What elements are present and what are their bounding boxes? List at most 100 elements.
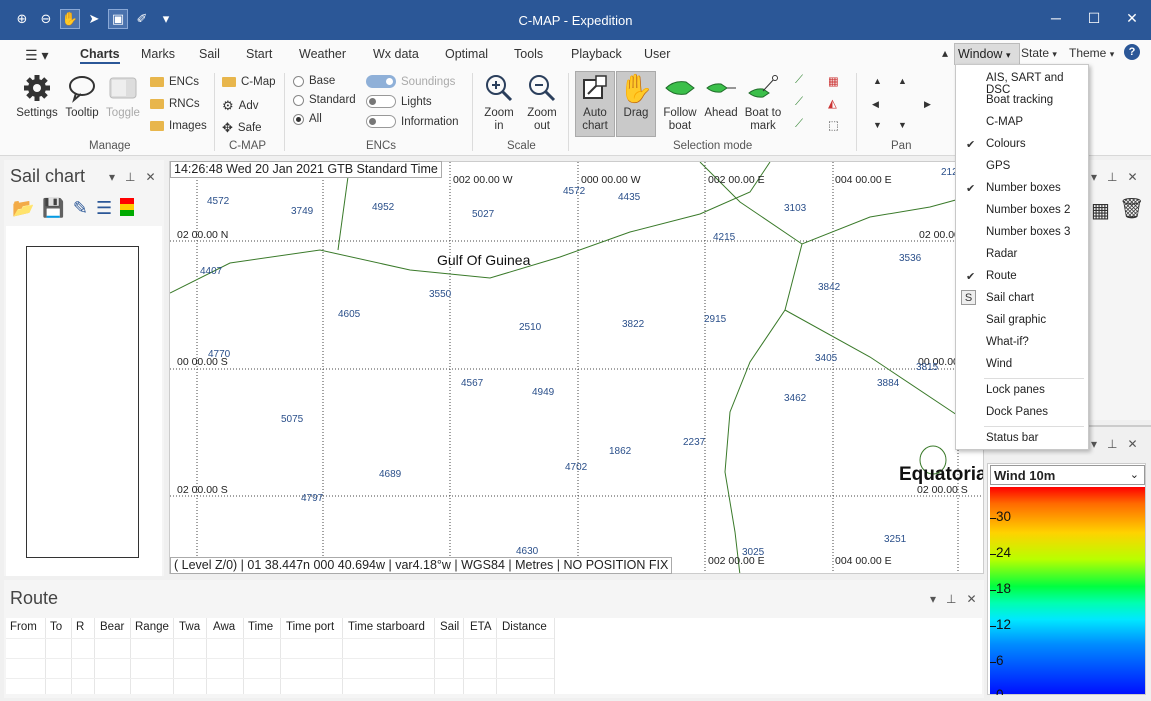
menu-item-lock-panes[interactable]: Lock panes — [986, 384, 1045, 396]
theme-menu-button[interactable]: Theme ▾ — [1069, 46, 1114, 60]
column-header[interactable]: Time starboard — [348, 621, 425, 633]
column-header[interactable]: ETA — [470, 621, 492, 633]
column-header[interactable]: Time — [248, 621, 273, 633]
menu-item-dock-panes[interactable]: Dock Panes — [986, 406, 1048, 418]
help-icon[interactable]: ? — [1124, 44, 1140, 60]
menu-item-sail-chart[interactable]: Sail chart — [986, 292, 1034, 304]
menu-item-ais[interactable]: AIS, SART and DSC — [986, 72, 1088, 96]
pan-up[interactable]: ▲ — [898, 76, 907, 86]
column-header[interactable]: R — [76, 621, 84, 633]
tab-weather[interactable]: Weather — [299, 47, 346, 61]
base-radio[interactable]: Base — [293, 75, 335, 87]
chart-view[interactable]: Gulf Of Guinea Equatoria 02 00.00 N 02 0… — [169, 161, 984, 574]
close-button[interactable]: ✕ — [1113, 0, 1151, 36]
list-icon[interactable]: ☰ — [96, 198, 112, 219]
tab-wx-data[interactable]: Wx data — [373, 47, 419, 61]
tab-tools[interactable]: Tools — [514, 47, 543, 61]
adv-button[interactable]: ⚙ Adv — [222, 98, 258, 114]
open-folder-icon[interactable]: 📂 — [12, 198, 34, 219]
save-icon[interactable]: 💾 — [42, 198, 64, 219]
tab-sail[interactable]: Sail — [199, 47, 220, 61]
menu-item-number-boxes-2[interactable]: Number boxes 2 — [986, 204, 1070, 216]
edit-icon[interactable]: ✎ — [73, 198, 88, 219]
follow-boat-button[interactable]: Follow boat — [660, 72, 700, 133]
pan-up-left[interactable]: ▲ — [873, 76, 882, 86]
hamburger-menu-icon[interactable]: ☰ ▾ — [25, 47, 48, 64]
close-icon[interactable]: ✕ — [1127, 437, 1137, 451]
tab-user[interactable]: User — [644, 47, 670, 61]
column-header[interactable]: Twa — [179, 621, 200, 633]
safe-button[interactable]: ✥ Safe — [222, 120, 262, 136]
menu-item-sail-graphic[interactable]: Sail graphic — [986, 314, 1046, 326]
zoom-out-button[interactable]: Zoom out — [522, 72, 562, 133]
menu-item-number-boxes-3[interactable]: Number boxes 3 — [986, 226, 1070, 238]
close-icon[interactable]: ✕ — [966, 592, 976, 606]
window-menu-button[interactable]: Window ▾ — [954, 43, 1020, 65]
menu-item-boat-tracking[interactable]: Boat tracking — [986, 94, 1053, 106]
zoom-in-button[interactable]: Zoom in — [479, 72, 519, 133]
menu-item-route[interactable]: Route — [986, 270, 1017, 282]
pin-icon[interactable]: ⊥ — [125, 170, 135, 184]
tab-charts[interactable]: Charts — [80, 47, 120, 64]
column-header[interactable]: Distance — [502, 621, 547, 633]
menu-item-status-bar[interactable]: Status bar — [986, 432, 1038, 444]
dropdown-icon[interactable]: ▾ — [930, 592, 936, 606]
graph-tool-2[interactable]: ◭ — [828, 96, 837, 110]
menu-item-number-boxes[interactable]: Number boxes — [986, 182, 1061, 194]
tab-start[interactable]: Start — [246, 47, 272, 61]
boat-to-mark-button[interactable]: Boat to mark — [742, 72, 784, 133]
toggle-button[interactable]: Toggle — [104, 72, 142, 120]
soundings-toggle[interactable]: Soundings — [366, 75, 455, 88]
cmap-button[interactable]: C-Map — [222, 76, 276, 88]
menu-item-colours[interactable]: Colours — [986, 138, 1026, 150]
tab-marks[interactable]: Marks — [141, 47, 175, 61]
information-toggle[interactable]: Information — [366, 115, 459, 128]
standard-radio[interactable]: Standard — [293, 94, 356, 106]
pan-down-left[interactable]: ▼ — [873, 120, 882, 130]
ahead-button[interactable]: Ahead — [702, 72, 740, 120]
encs-button[interactable]: ENCs — [150, 76, 199, 88]
close-icon[interactable]: ✕ — [1127, 170, 1137, 184]
column-header[interactable]: Range — [135, 621, 169, 633]
route-tool-2[interactable]: ⟋ — [795, 96, 803, 109]
dropdown-icon[interactable]: ▾ — [109, 170, 115, 184]
pan-right[interactable]: ▶ — [924, 99, 931, 110]
menu-item-what-if[interactable]: What-if? — [986, 336, 1029, 348]
colors-icon[interactable] — [120, 198, 135, 216]
column-header[interactable]: From — [10, 621, 37, 633]
menu-item-cmap[interactable]: C-MAP — [986, 116, 1023, 128]
column-header[interactable]: Sail — [440, 621, 459, 633]
minimize-button[interactable]: ─ — [1037, 0, 1075, 36]
column-header[interactable]: Bear — [100, 621, 124, 633]
route-tool-1[interactable]: ⟋ — [795, 74, 803, 87]
column-header[interactable]: To — [50, 621, 62, 633]
select-tool[interactable]: ⬚ — [828, 118, 839, 132]
all-radio[interactable]: All — [293, 113, 322, 125]
menu-item-wind[interactable]: Wind — [986, 358, 1012, 370]
settings-button[interactable]: Settings — [14, 72, 60, 120]
graph-tool-1[interactable]: ▦ — [828, 74, 839, 88]
lights-toggle[interactable]: Lights — [366, 95, 432, 108]
close-icon[interactable]: ✕ — [145, 170, 155, 184]
collapse-ribbon-icon[interactable]: ▴ — [942, 46, 948, 60]
images-button[interactable]: Images — [150, 120, 207, 132]
auto-chart-button[interactable]: Auto chart — [575, 71, 615, 137]
route-tool-3[interactable]: ⟋ — [795, 118, 803, 131]
state-menu-button[interactable]: State ▾ — [1021, 46, 1057, 60]
pin-icon[interactable]: ⊥ — [1107, 437, 1117, 451]
pin-icon[interactable]: ⊥ — [1107, 170, 1117, 184]
trash-icon[interactable]: 🗑 — [1119, 196, 1144, 221]
maximize-button[interactable]: ☐ — [1075, 0, 1113, 36]
tab-playback[interactable]: Playback — [571, 47, 622, 61]
pan-down[interactable]: ▼ — [898, 120, 907, 130]
wind-layer-select[interactable]: Wind 10m ⌄ — [990, 465, 1145, 485]
menu-item-radar[interactable]: Radar — [986, 248, 1017, 260]
column-header[interactable]: Time port — [286, 621, 334, 633]
drag-button[interactable]: ✋ Drag — [616, 71, 656, 137]
pin-icon[interactable]: ⊥ — [946, 592, 956, 606]
tab-optimal[interactable]: Optimal — [445, 47, 488, 61]
rncs-button[interactable]: RNCs — [150, 98, 200, 110]
dropdown-icon[interactable]: ▾ — [1091, 437, 1097, 451]
tooltip-button[interactable]: Tooltip — [62, 72, 102, 120]
pan-left[interactable]: ◀ — [872, 99, 879, 110]
